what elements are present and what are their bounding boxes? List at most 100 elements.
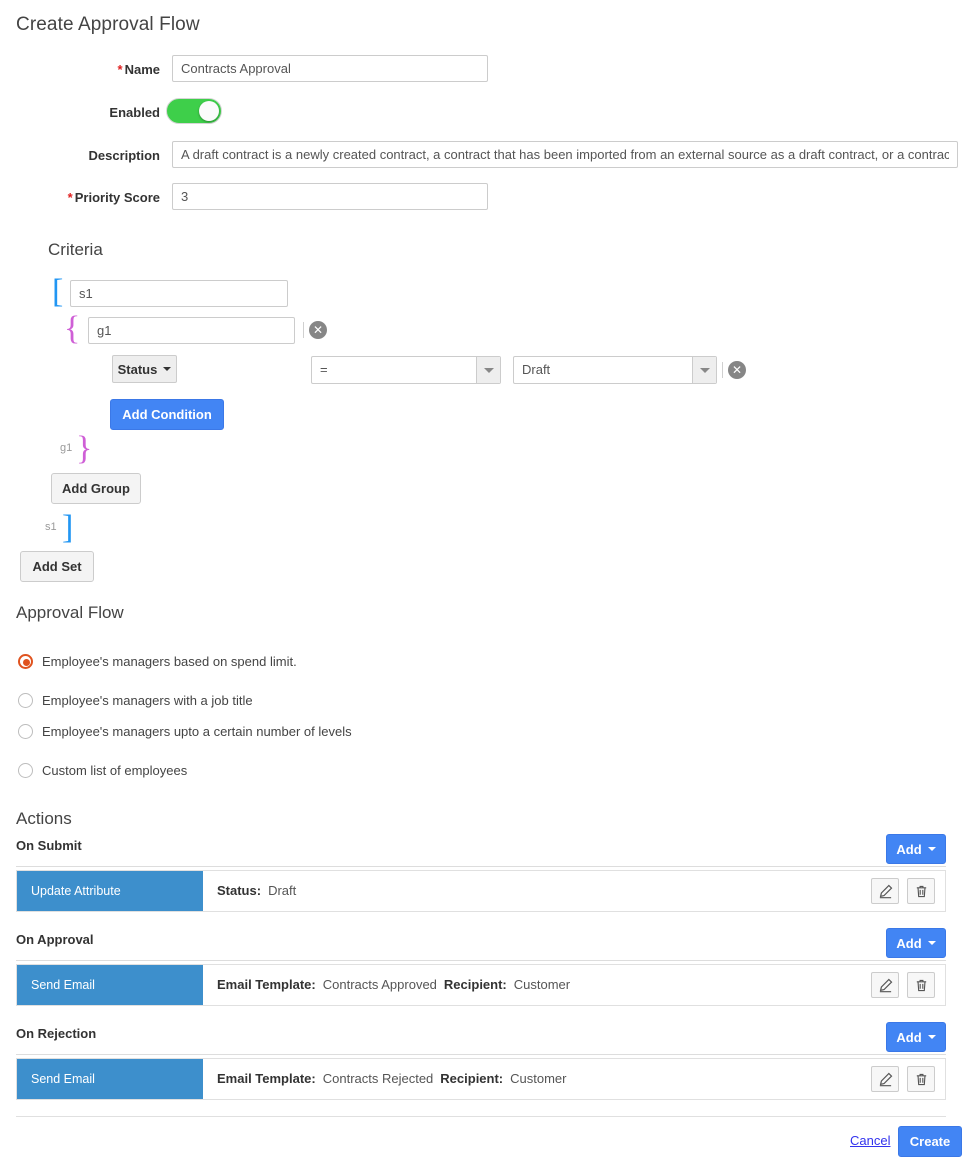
add-set-button[interactable]: Add Set xyxy=(20,551,94,582)
priority-required-marker: * xyxy=(67,190,73,205)
chevron-down-icon xyxy=(927,1035,936,1039)
table-row: Update Attribute Status: Draft xyxy=(16,870,946,912)
approval-flow-heading: Approval Flow xyxy=(16,603,124,622)
action-type-badge: Send Email xyxy=(17,1059,203,1099)
add-on-approval-label: Add xyxy=(896,935,922,951)
action-detail: Email Template: Contracts Approved Recipie… xyxy=(217,965,570,1005)
add-on-rejection-button[interactable]: Add xyxy=(886,1022,946,1052)
condition-field-dropdown[interactable]: Status xyxy=(112,355,177,383)
action-type-badge: Send Email xyxy=(17,965,203,1005)
action-field-label-0: Status: xyxy=(217,883,262,898)
set-name-input[interactable] xyxy=(70,280,288,307)
set-close-bracket-icon: ] xyxy=(62,509,74,546)
set-open-bracket-icon: [ xyxy=(52,273,64,310)
edit-row-button[interactable] xyxy=(871,972,899,998)
cancel-link[interactable]: Cancel xyxy=(850,1133,890,1148)
condition-value-select[interactable]: Draft xyxy=(513,356,717,384)
enabled-label: Enabled xyxy=(109,105,160,120)
condition-separator xyxy=(722,362,723,378)
edit-row-button[interactable] xyxy=(871,878,899,904)
action-field-value-0: Contracts Rejected xyxy=(322,1071,434,1086)
pencil-icon xyxy=(879,978,892,992)
add-on-submit-button[interactable]: Add xyxy=(886,834,946,864)
operator-dropdown-arrow-icon[interactable] xyxy=(476,357,500,383)
radio-spend-limit[interactable] xyxy=(18,654,33,669)
description-label: Description xyxy=(88,148,160,163)
approval-flow-option-1-label: Employee's managers with a job title xyxy=(42,693,253,708)
enabled-toggle[interactable] xyxy=(166,98,222,124)
criteria-heading: Criteria xyxy=(48,240,103,259)
actions-heading: Actions xyxy=(16,809,72,828)
name-required-marker: * xyxy=(117,62,123,77)
toggle-knob xyxy=(199,101,219,121)
priority-label-text: Priority Score xyxy=(74,190,160,205)
group-close-tag: g1 xyxy=(60,442,73,454)
action-type-badge: Update Attribute xyxy=(17,871,203,911)
action-group-on-submit-title: On Submit xyxy=(16,838,82,853)
priority-score-label: * Priority Score xyxy=(0,183,160,213)
condition-operator-select[interactable]: = xyxy=(311,356,501,384)
trash-icon xyxy=(916,979,926,991)
action-group-divider xyxy=(16,1054,946,1055)
chevron-down-icon xyxy=(927,941,936,945)
action-detail: Status: Draft xyxy=(217,871,296,911)
action-field-label-1: Recipient: xyxy=(440,1071,504,1086)
radio-levels[interactable] xyxy=(18,724,33,739)
trash-icon xyxy=(916,885,926,897)
add-on-approval-button[interactable]: Add xyxy=(886,928,946,958)
name-label: * Name xyxy=(0,55,160,85)
action-group-on-approval-title: On Approval xyxy=(16,932,94,947)
add-on-submit-label: Add xyxy=(896,841,922,857)
name-input[interactable] xyxy=(172,55,488,82)
group-name-input[interactable] xyxy=(88,317,295,344)
remove-condition-button[interactable]: ✕ xyxy=(728,361,746,379)
enabled-row: Enabled xyxy=(0,98,972,128)
table-row: Send Email Email Template: Contracts Reje… xyxy=(16,1058,946,1100)
action-field-label-0: Email Template: xyxy=(217,977,316,992)
chevron-down-icon xyxy=(163,367,172,371)
delete-row-button[interactable] xyxy=(907,878,935,904)
delete-row-button[interactable] xyxy=(907,972,935,998)
action-field-value-1: Customer xyxy=(513,977,571,992)
description-row: Description xyxy=(0,141,972,171)
table-row: Send Email Email Template: Contracts Appr… xyxy=(16,964,946,1006)
create-button[interactable]: Create xyxy=(898,1126,962,1157)
priority-score-input[interactable] xyxy=(172,183,488,210)
action-field-label-1: Recipient: xyxy=(443,977,507,992)
approval-flow-option-0-label: Employee's managers based on spend limit… xyxy=(42,654,297,669)
action-field-label-0: Email Template: xyxy=(217,1071,316,1086)
page-title: Create Approval Flow xyxy=(16,14,200,35)
group-close-brace-icon: } xyxy=(76,430,93,467)
radio-job-title[interactable] xyxy=(18,693,33,708)
condition-operator-value: = xyxy=(320,362,328,377)
value-dropdown-arrow-icon[interactable] xyxy=(692,357,716,383)
action-field-value-0: Draft xyxy=(268,883,297,898)
trash-icon xyxy=(916,1073,926,1085)
remove-group-button[interactable]: ✕ xyxy=(309,321,327,339)
description-input[interactable] xyxy=(172,141,958,168)
pencil-icon xyxy=(879,884,892,898)
name-row: * Name xyxy=(0,55,972,85)
action-detail: Email Template: Contracts Rejected Recipie… xyxy=(217,1059,567,1099)
condition-value-value: Draft xyxy=(522,362,551,377)
add-on-rejection-label: Add xyxy=(896,1029,922,1045)
delete-row-button[interactable] xyxy=(907,1066,935,1092)
action-group-on-rejection-title: On Rejection xyxy=(16,1026,97,1041)
approval-flow-option-2-label: Employee's managers upto a certain numbe… xyxy=(42,724,352,739)
group-separator xyxy=(303,322,304,338)
add-condition-button[interactable]: Add Condition xyxy=(110,399,224,430)
approval-flow-option-3-label: Custom list of employees xyxy=(42,763,188,778)
chevron-down-icon xyxy=(927,847,936,851)
footer-divider xyxy=(16,1116,946,1117)
condition-field-label: Status xyxy=(117,361,158,377)
edit-row-button[interactable] xyxy=(871,1066,899,1092)
set-close-tag: s1 xyxy=(45,521,57,533)
pencil-icon xyxy=(879,1072,892,1086)
add-group-button[interactable]: Add Group xyxy=(51,473,141,504)
action-group-divider xyxy=(16,866,946,867)
name-label-text: Name xyxy=(124,62,160,77)
radio-custom-list[interactable] xyxy=(18,763,33,778)
group-open-brace-icon: { xyxy=(64,310,81,347)
action-field-value-1: Customer xyxy=(510,1071,567,1086)
action-group-divider xyxy=(16,960,946,961)
